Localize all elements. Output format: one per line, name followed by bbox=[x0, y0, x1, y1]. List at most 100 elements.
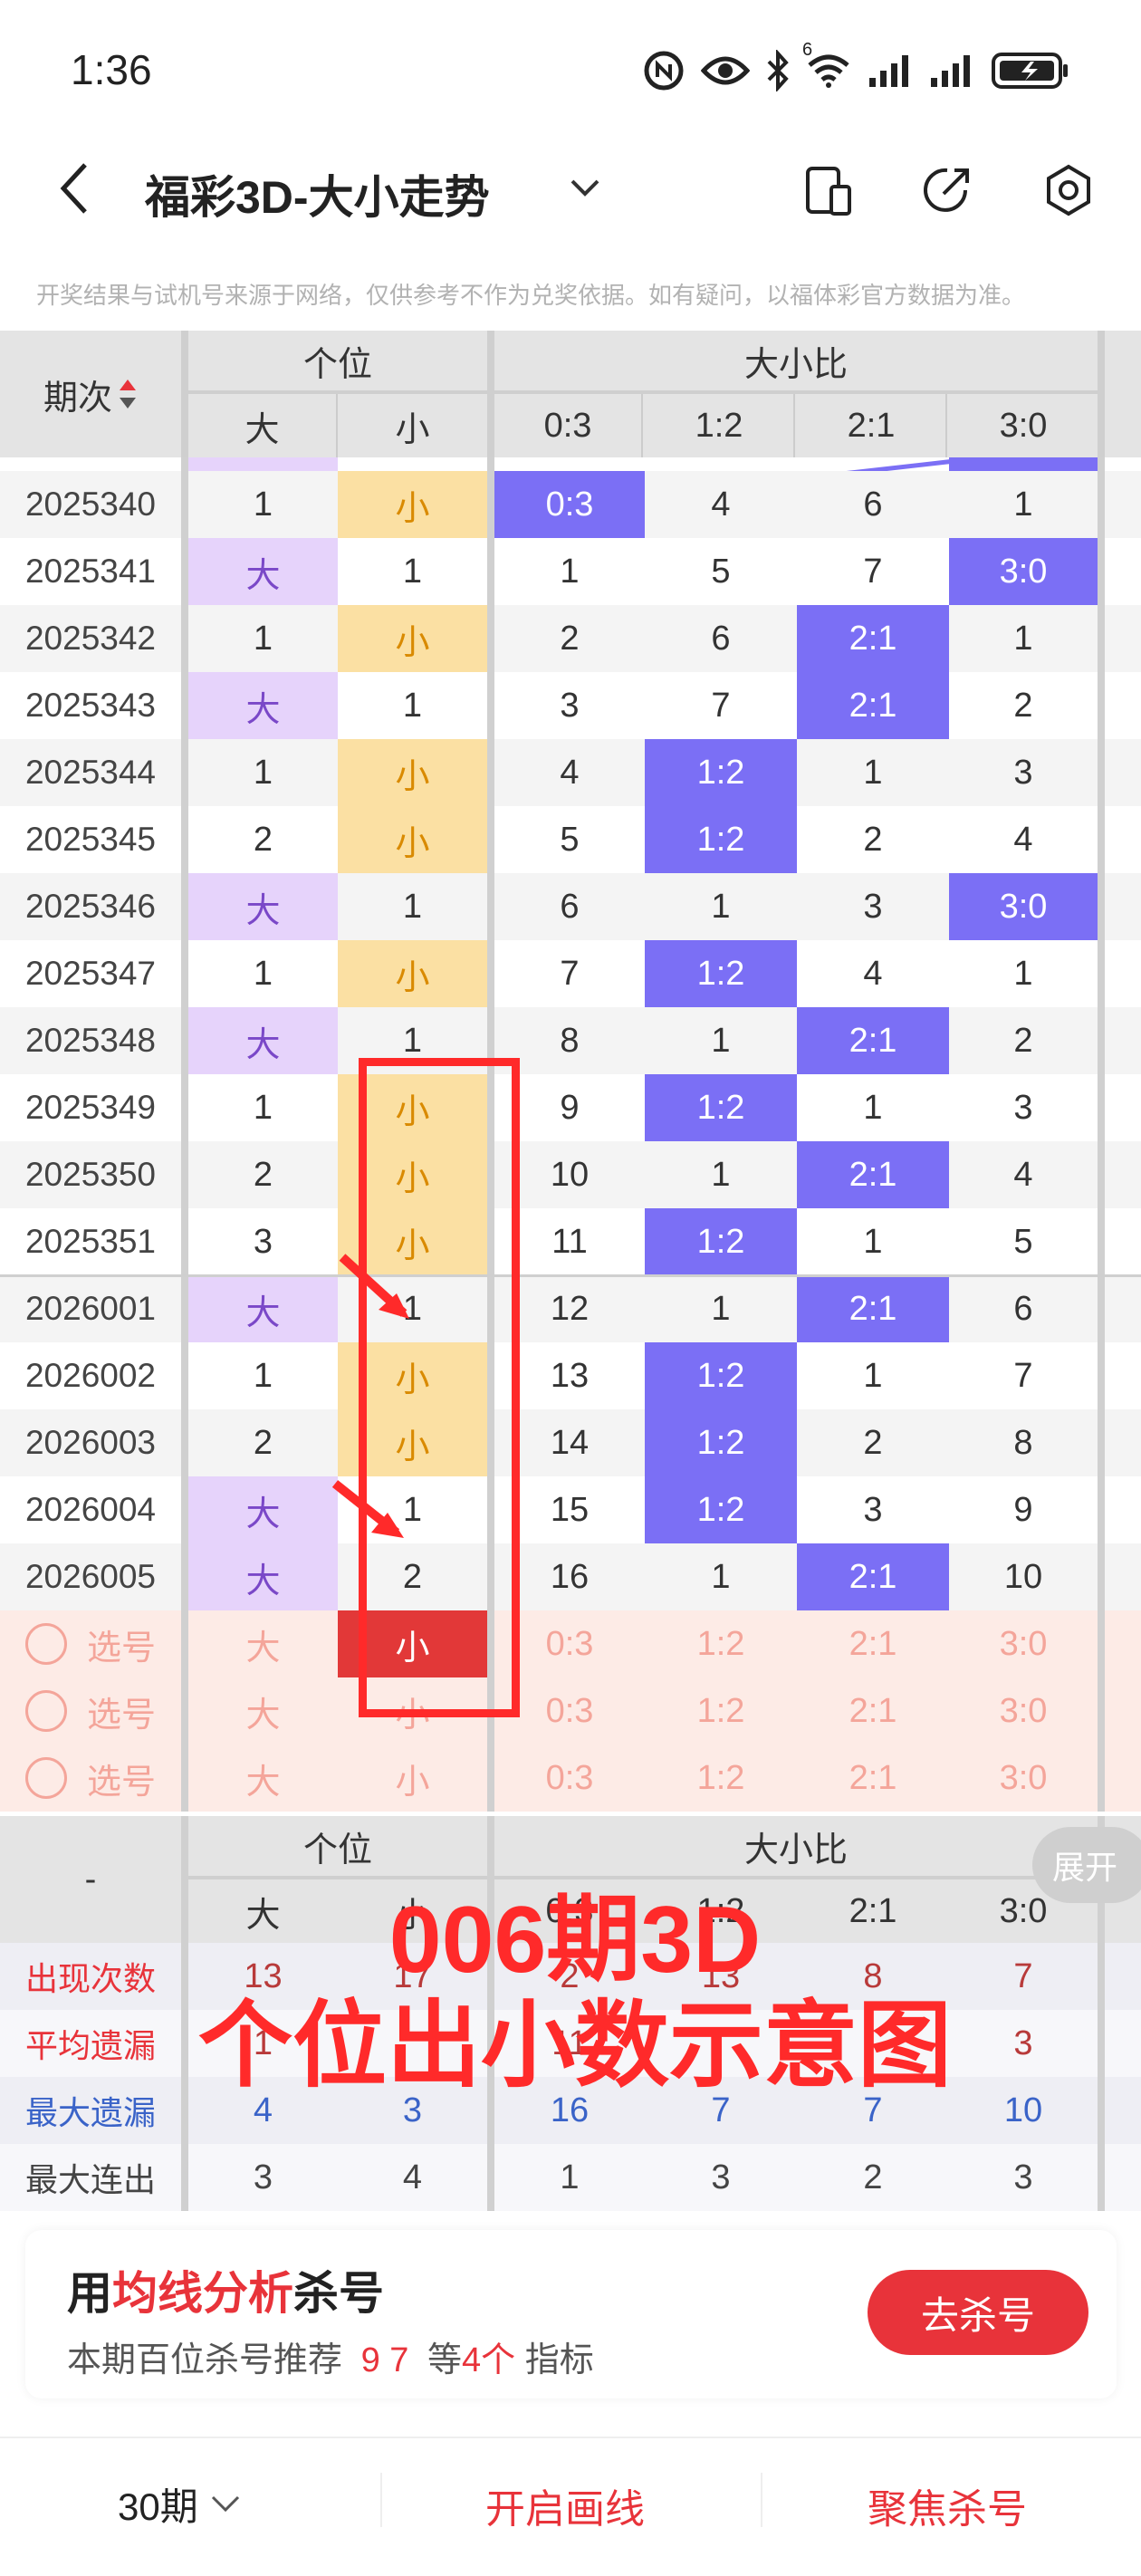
cell-r12[interactable]: 4 bbox=[645, 471, 797, 538]
select-row-label[interactable]: 选号 bbox=[0, 1610, 181, 1677]
cell-small[interactable]: 小 bbox=[338, 471, 487, 538]
page-title[interactable]: 福彩3D-大小走势 bbox=[145, 161, 490, 226]
cell-small[interactable]: 1 bbox=[338, 672, 487, 739]
cell-r30[interactable]: 1 bbox=[949, 471, 1098, 538]
table-row[interactable]: 2025347 1 小 7 1:2 4 1 bbox=[0, 940, 1141, 1007]
cell-big[interactable]: 1 bbox=[188, 739, 338, 806]
cell-big[interactable]: 2 bbox=[188, 1409, 338, 1476]
select-cell-r30[interactable]: 3:0 bbox=[949, 1610, 1098, 1677]
cell-big[interactable]: 1 bbox=[188, 605, 338, 672]
cell-r12[interactable]: 1 bbox=[645, 873, 797, 940]
cell-big[interactable]: 1 bbox=[188, 471, 338, 538]
cell-big[interactable]: 2 bbox=[188, 806, 338, 873]
select-cell-r30[interactable]: 3:0 bbox=[949, 1677, 1098, 1745]
table-row[interactable]: 2025344 1 小 4 1:2 1 3 bbox=[0, 739, 1141, 806]
cell-r30[interactable]: 3:0 bbox=[949, 873, 1098, 940]
cell-r12[interactable]: 6 bbox=[645, 605, 797, 672]
cell-small[interactable]: 1 bbox=[338, 538, 487, 605]
cell-small[interactable]: 小 bbox=[338, 605, 487, 672]
cell-big[interactable]: 2 bbox=[188, 1141, 338, 1208]
go-kill-button[interactable]: 去杀号 bbox=[868, 2270, 1088, 2355]
cell-r21[interactable]: 2:1 bbox=[797, 672, 949, 739]
cell-big[interactable]: 大 bbox=[188, 873, 338, 940]
settings-button[interactable] bbox=[1041, 163, 1096, 222]
cell-r12[interactable]: 1:2 bbox=[645, 1342, 797, 1409]
period-header[interactable]: 期次 bbox=[0, 331, 181, 457]
select-cell-r21[interactable]: 2:1 bbox=[797, 1610, 949, 1677]
cell-r21[interactable]: 2:1 bbox=[797, 1275, 949, 1342]
cell-r03[interactable]: 1 bbox=[494, 538, 645, 605]
cell-r03[interactable]: 3 bbox=[494, 672, 645, 739]
cell-r12[interactable]: 1:2 bbox=[645, 739, 797, 806]
cell-r21[interactable]: 2:1 bbox=[797, 1007, 949, 1074]
select-cell-r03[interactable]: 0:3 bbox=[494, 1745, 645, 1812]
cell-big[interactable]: 大 bbox=[188, 538, 338, 605]
cell-r30[interactable]: 9 bbox=[949, 1476, 1098, 1543]
cell-r03[interactable]: 7 bbox=[494, 940, 645, 1007]
cell-r30[interactable]: 1 bbox=[949, 605, 1098, 672]
select-row[interactable]: 选号大小 0:3 1:2 2:1 3:0 bbox=[0, 1677, 1141, 1745]
select-row-label[interactable]: 选号 bbox=[0, 1677, 181, 1745]
select-row[interactable]: 选号大小 0:3 1:2 2:1 3:0 bbox=[0, 1610, 1141, 1677]
table-row[interactable]: 2026003 2 小 14 1:2 2 8 bbox=[0, 1409, 1141, 1476]
cell-r12[interactable]: 1:2 bbox=[645, 940, 797, 1007]
cell-r30[interactable]: 2 bbox=[949, 1007, 1098, 1074]
cell-r12[interactable]: 1 bbox=[645, 1007, 797, 1074]
title-dropdown-toggle[interactable] bbox=[569, 178, 601, 204]
cell-r30[interactable]: 8 bbox=[949, 1409, 1098, 1476]
table-row[interactable]: 2025346 大 1 6 1 3 3:0 bbox=[0, 873, 1141, 940]
radio-circle-icon[interactable] bbox=[24, 1623, 67, 1665]
cell-r12[interactable]: 1:2 bbox=[645, 1208, 797, 1275]
cell-r30[interactable]: 3 bbox=[949, 739, 1098, 806]
cell-r21[interactable]: 1 bbox=[797, 1208, 949, 1275]
cell-r21[interactable]: 3 bbox=[797, 1476, 949, 1543]
promo-card[interactable]: 用均线分析杀号 本期百位杀号推荐 9 7 等4个 指标 去杀号 bbox=[25, 2230, 1117, 2398]
select-cell-r12[interactable]: 1:2 bbox=[645, 1745, 797, 1812]
cell-r21[interactable]: 2 bbox=[797, 1409, 949, 1476]
focus-kill-button[interactable]: 聚焦杀号 bbox=[868, 2476, 1027, 2534]
cell-r03[interactable]: 2 bbox=[494, 605, 645, 672]
radio-circle-icon[interactable] bbox=[24, 1690, 67, 1732]
cell-r12[interactable]: 1:2 bbox=[645, 1409, 797, 1476]
cell-r12[interactable]: 1 bbox=[645, 1543, 797, 1610]
cell-big[interactable]: 1 bbox=[188, 1074, 338, 1141]
table-row[interactable]: 2025343 大 1 3 7 2:1 2 bbox=[0, 672, 1141, 739]
table-row[interactable]: 2026004 大 1 15 1:2 3 9 bbox=[0, 1476, 1141, 1543]
draw-line-button[interactable]: 开启画线 bbox=[485, 2476, 645, 2534]
cell-r03[interactable]: 5 bbox=[494, 806, 645, 873]
table-row[interactable]: 2025351 3 小 11 1:2 1 5 bbox=[0, 1208, 1141, 1275]
cell-big[interactable]: 大 bbox=[188, 672, 338, 739]
back-button[interactable] bbox=[56, 159, 92, 222]
cell-r30[interactable]: 10 bbox=[949, 1543, 1098, 1610]
select-cell-big[interactable]: 大 bbox=[188, 1745, 338, 1812]
select-cell-small[interactable]: 小 bbox=[338, 1745, 487, 1812]
cell-r30[interactable]: 3:0 bbox=[949, 538, 1098, 605]
cell-r12[interactable]: 1 bbox=[645, 1275, 797, 1342]
select-cell-r12[interactable]: 1:2 bbox=[645, 1610, 797, 1677]
cell-r30[interactable]: 3 bbox=[949, 1074, 1098, 1141]
select-cell-r30[interactable]: 3:0 bbox=[949, 1745, 1098, 1812]
cell-small[interactable]: 1 bbox=[338, 873, 487, 940]
table-row[interactable]: 2025340 1 小 0:3 4 6 1 bbox=[0, 471, 1141, 538]
cell-r21[interactable]: 7 bbox=[797, 538, 949, 605]
cell-r21[interactable]: 2:1 bbox=[797, 1141, 949, 1208]
cell-r12[interactable]: 1:2 bbox=[645, 1074, 797, 1141]
cell-r12[interactable]: 7 bbox=[645, 672, 797, 739]
cell-big[interactable]: 3 bbox=[188, 1208, 338, 1275]
cell-big[interactable]: 大 bbox=[188, 1476, 338, 1543]
table-row[interactable]: 2025342 1 小 2 6 2:1 1 bbox=[0, 605, 1141, 672]
radio-circle-icon[interactable] bbox=[24, 1757, 67, 1799]
select-cell-big[interactable]: 大 bbox=[188, 1677, 338, 1745]
cell-r12[interactable]: 1:2 bbox=[645, 1476, 797, 1543]
share-button[interactable] bbox=[920, 163, 974, 222]
cell-r21[interactable]: 4 bbox=[797, 940, 949, 1007]
cell-r30[interactable]: 2 bbox=[949, 672, 1098, 739]
cell-r21[interactable]: 2:1 bbox=[797, 605, 949, 672]
select-cell-r21[interactable]: 2:1 bbox=[797, 1745, 949, 1812]
select-cell-r12[interactable]: 1:2 bbox=[645, 1677, 797, 1745]
cell-r21[interactable]: 2:1 bbox=[797, 1543, 949, 1610]
table-row[interactable]: 2026005 大 2 16 1 2:1 10 bbox=[0, 1543, 1141, 1610]
cell-r03[interactable]: 4 bbox=[494, 739, 645, 806]
cell-r12[interactable]: 1 bbox=[645, 1141, 797, 1208]
cell-r30[interactable]: 7 bbox=[949, 1342, 1098, 1409]
